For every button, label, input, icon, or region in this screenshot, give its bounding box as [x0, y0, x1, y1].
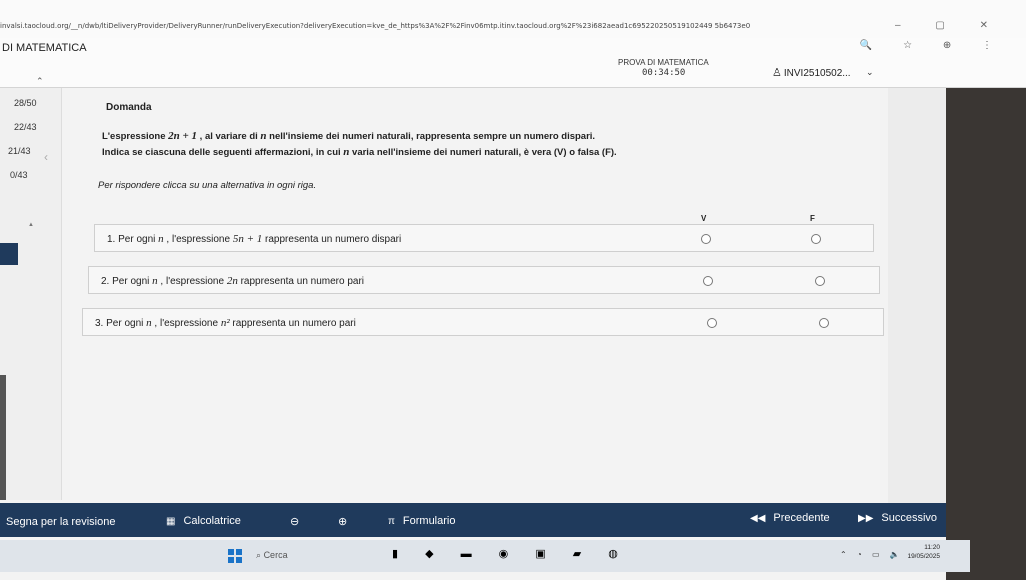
test-title: PROVA DI MATEMATICA	[618, 58, 709, 67]
section-item[interactable]: 22/43	[0, 122, 62, 132]
pi-icon: π	[388, 516, 395, 527]
radio-true[interactable]	[703, 276, 713, 286]
question-title: Domanda	[106, 102, 152, 113]
radio-true[interactable]	[701, 234, 711, 244]
url-text[interactable]: invalsi.taocloud.org/__n/dwb/ltiDelivery…	[0, 22, 750, 30]
question-stem-line2: Indica se ciascuna delle seguenti afferm…	[102, 146, 617, 158]
section-item[interactable]: 0/43	[0, 170, 62, 180]
calculator-icon: ▦	[166, 516, 176, 527]
column-false-header: F	[810, 214, 815, 223]
statement-label: 1. Per ogni n , l'espressione 5n + 1 rap…	[107, 233, 402, 245]
collapse-arrow-icon[interactable]: ‹	[44, 150, 48, 164]
chevron-down-icon[interactable]: ⌄	[866, 67, 874, 78]
radio-true[interactable]	[707, 318, 717, 328]
radio-false[interactable]	[819, 318, 829, 328]
search-icon: ⌕	[256, 550, 262, 560]
zoom-in-button[interactable]: ⊕	[338, 515, 347, 528]
scrollbar[interactable]	[0, 375, 6, 500]
system-tray[interactable]: ⌃ ◔ ▭ 🔈	[840, 550, 904, 559]
answer-row: 2. Per ogni n , l'espressione 2n rappres…	[88, 266, 880, 294]
instructions: Per rispondere clicca su una alternativa…	[98, 180, 317, 191]
mark-for-review-button[interactable]: Segna per la revisione	[6, 516, 115, 528]
calculator-button[interactable]: ▦ Calcolatrice	[166, 515, 241, 527]
right-gutter	[888, 88, 946, 503]
os-taskbar: ⌕ Cerca ▮ ◆ ▬ ◉ ▣ ▰ ◍ ⌃ ◔ ▭ 🔈 11:20 19/05…	[0, 540, 970, 572]
rewind-icon: ◀◀	[750, 513, 766, 524]
timer: 00:34:50	[642, 68, 686, 78]
user-icon: ♙	[772, 67, 782, 79]
windows-start-icon[interactable]	[228, 549, 242, 563]
next-button[interactable]: ▶▶ Successivo	[858, 512, 937, 524]
taskbar-apps[interactable]: ▮ ◆ ▬ ◉ ▣ ▰ ◍	[392, 547, 630, 560]
question-stem-line1: L'espressione 2n + 1 , al variare di n n…	[102, 130, 596, 142]
clock[interactable]: 11:20 19/05/2025	[904, 543, 940, 561]
window-controls[interactable]: – ▢ ✕	[895, 20, 1004, 31]
user-id: INVI2510502...	[783, 68, 851, 79]
scroll-up-icon[interactable]: ▲	[28, 222, 34, 228]
browser-address-bar[interactable]: invalsi.taocloud.org/__n/dwb/ltiDelivery…	[0, 0, 1026, 38]
zoom-out-button[interactable]: ⊖	[290, 515, 299, 528]
taskbar-search[interactable]: ⌕ Cerca	[256, 550, 288, 561]
section-item[interactable]: 21/43	[0, 146, 62, 156]
fast-forward-icon: ▶▶	[858, 513, 874, 524]
radio-false[interactable]	[815, 276, 825, 286]
radio-false[interactable]	[811, 234, 821, 244]
statement-label: 2. Per ogni n , l'espressione 2n rappres…	[101, 275, 365, 287]
statement-label: 3. Per ogni n , l'espressione n² rappres…	[95, 317, 356, 329]
subject-label: DI MATEMATICA	[2, 42, 87, 54]
section-item[interactable]: 28/50	[0, 98, 62, 108]
column-true-header: V	[701, 214, 707, 223]
navigation-bar: Segna per la revisione ▦ Calcolatrice ⊖ ⊕…	[0, 503, 946, 537]
background-edge	[946, 88, 1026, 580]
chevron-up-icon[interactable]: ⌃	[36, 76, 44, 87]
answer-row: 1. Per ogni n , l'espressione 5n + 1 rap…	[94, 224, 874, 252]
sections-sidebar: ⌃ 28/50 22/43 21/43 0/43 ‹ ▲	[0, 76, 62, 500]
browser-toolbar-icons[interactable]: 🔍 ☆ ⊕ ⋮	[860, 40, 1006, 51]
answer-row: 3. Per ogni n , l'espressione n² rappres…	[82, 308, 884, 336]
screen: invalsi.taocloud.org/__n/dwb/ltiDelivery…	[0, 0, 1026, 580]
previous-button[interactable]: ◀◀ Precedente	[750, 512, 830, 524]
user-menu[interactable]: ♙ INVI2510502...	[772, 66, 851, 79]
current-section-marker	[0, 243, 18, 265]
formulary-button[interactable]: π Formulario	[388, 515, 455, 527]
